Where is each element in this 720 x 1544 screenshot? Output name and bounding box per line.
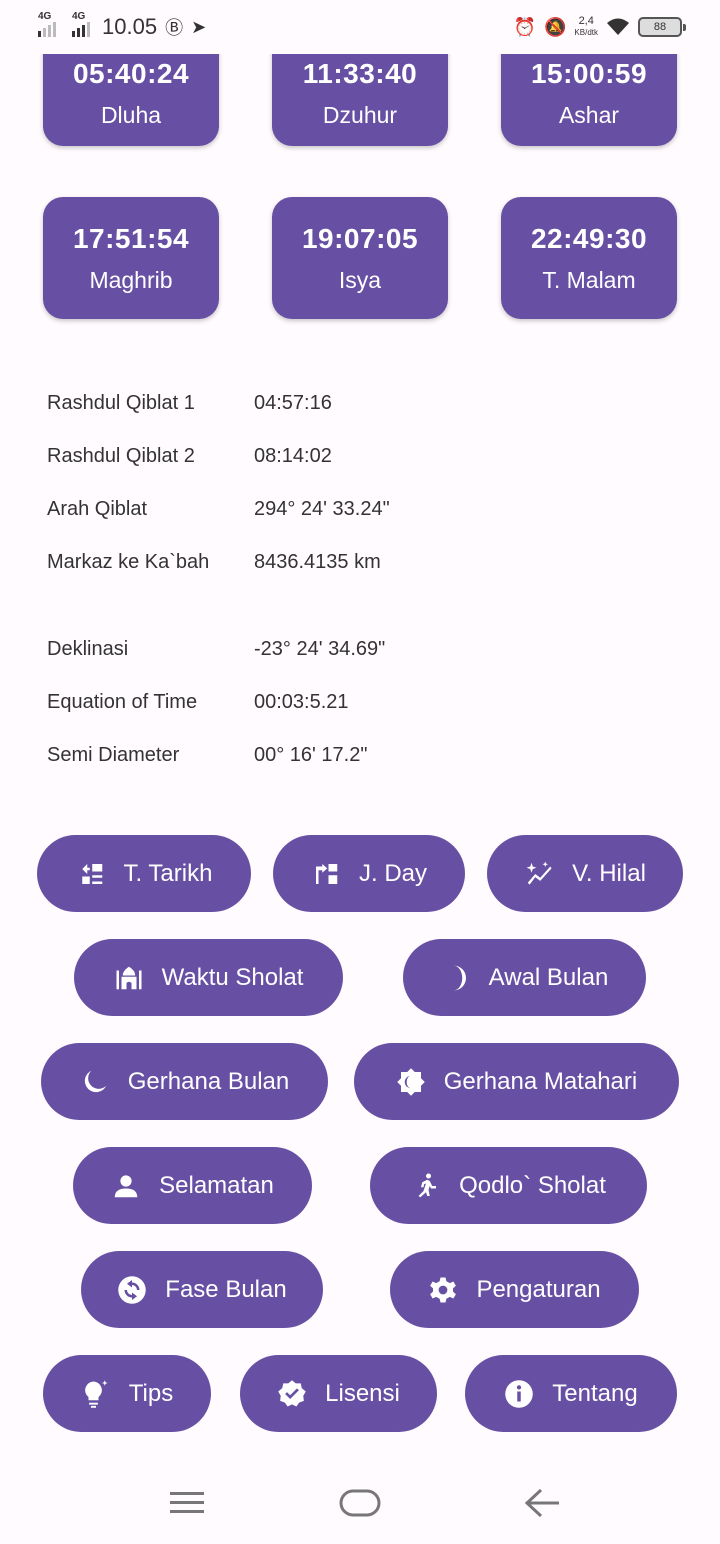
notifications-off-icon: 🔕 (544, 16, 567, 37)
prayer-name: Dluha (100, 101, 162, 128)
sun-eclipse-icon (397, 1067, 425, 1096)
info-value: 08:14:02 (254, 445, 332, 467)
verified-badge-icon (278, 1379, 306, 1406)
prayer-card-isya: 19:07:05 Isya (272, 197, 448, 319)
pill-label: Waktu Sholat (161, 963, 304, 991)
lightbulb-icon (84, 1379, 108, 1408)
waktu-sholat-button[interactable]: Waktu Sholat (74, 939, 343, 1016)
info-row-deklinasi: Deklinasi -23° 24' 34.69" (47, 638, 385, 661)
pill-label: T. Tarikh (123, 859, 213, 887)
home-icon[interactable] (339, 1484, 381, 1522)
info-row-arah-qiblat: Arah Qiblat 294° 24' 33.24" (47, 498, 390, 521)
status-right: ⏰ 🔕 2,4 KB/dtk 88 (513, 15, 686, 38)
person-icon (114, 1174, 138, 1197)
pill-label: Gerhana Matahari (443, 1067, 638, 1095)
info-label: Markaz ke Ka`bah (47, 551, 210, 573)
signal-icon: 4G (72, 11, 90, 37)
telegram-icon: ➤ (191, 16, 207, 37)
info-row-rashdul-qiblat-1: Rashdul Qiblat 1 04:57:16 (47, 392, 332, 415)
info-label: Rashdul Qiblat 1 (47, 392, 195, 414)
sparkle-chart-icon (526, 861, 552, 885)
t-tarikh-button[interactable]: T. Tarikh (37, 835, 251, 912)
running-person-icon (418, 1173, 437, 1197)
moon-stars-icon (84, 1070, 107, 1092)
julian-day-icon (315, 863, 338, 884)
info-value: -23° 24' 34.69" (254, 638, 386, 660)
awal-bulan-button[interactable]: Awal Bulan (403, 939, 646, 1016)
menu-icon[interactable] (168, 1484, 206, 1522)
info-value: 8436.4135 km (254, 551, 381, 573)
prayer-name: Ashar (558, 101, 620, 128)
pill-label: Qodlo` Sholat (459, 1171, 606, 1199)
battery-icon: 88 (638, 17, 686, 37)
pill-label: Gerhana Bulan (127, 1067, 290, 1095)
pill-label: Lisensi (325, 1379, 400, 1407)
cycle-icon (118, 1275, 147, 1304)
prayer-time: 22:49:30 (530, 222, 648, 254)
info-label: Semi Diameter (47, 744, 180, 766)
qodlo-sholat-button[interactable]: Qodlo` Sholat (370, 1147, 647, 1224)
pill-label: Selamatan (159, 1171, 274, 1199)
info-value: 00° 16' 17.2" (254, 744, 368, 766)
tips-button[interactable]: Tips (43, 1355, 211, 1432)
signal-icon: 4G (38, 11, 56, 37)
back-icon[interactable] (523, 1484, 561, 1522)
prayer-time: 15:00:59 (530, 57, 648, 89)
info-row-markaz-kabah: Markaz ke Ka`bah 8436.4135 km (47, 551, 381, 574)
pill-label: Pengaturan (476, 1275, 601, 1303)
crescent-icon (453, 965, 466, 990)
lisensi-button[interactable]: Lisensi (240, 1355, 437, 1432)
b-notification-icon: Ⓑ (165, 18, 184, 38)
info-row-semi-diameter: Semi Diameter 00° 16' 17.2" (47, 744, 367, 767)
info-value: 04:57:16 (254, 392, 332, 414)
info-row-equation-of-time: Equation of Time 00:03:5.21 (47, 691, 349, 714)
prayer-name: Dzuhur (322, 101, 398, 128)
wifi-icon (607, 18, 629, 35)
pengaturan-button[interactable]: Pengaturan (390, 1251, 639, 1328)
prayer-time: 17:51:54 (72, 222, 190, 254)
pill-label: Awal Bulan (488, 963, 609, 991)
date-convert-icon (81, 863, 102, 884)
info-label: Arah Qiblat (47, 498, 148, 520)
pill-label: J. Day (358, 859, 427, 887)
prayer-time: 05:40:24 (72, 57, 190, 89)
status-bar: 4G 4G 10.05 Ⓑ ➤ ⏰ 🔕 2,4 KB/dtk 88 (0, 0, 720, 54)
pill-label: Tips (128, 1379, 174, 1407)
j-day-button[interactable]: J. Day (273, 835, 465, 912)
alarm-icon: ⏰ (513, 16, 536, 37)
pill-label: Fase Bulan (165, 1275, 287, 1303)
prayer-name: T. Malam (542, 266, 636, 293)
prayer-card-tahajud: 22:49:30 T. Malam (501, 197, 677, 319)
mosque-icon (116, 966, 142, 989)
prayer-card-maghrib: 17:51:54 Maghrib (43, 197, 219, 319)
info-label: Equation of Time (47, 691, 198, 713)
info-label: Rashdul Qiblat 2 (47, 445, 195, 467)
system-nav-bar (0, 1460, 720, 1544)
v-hilal-button[interactable]: V. Hilal (487, 835, 683, 912)
clock: 10.05 (102, 14, 158, 39)
info-value: 00:03:5.21 (254, 691, 349, 713)
fase-bulan-button[interactable]: Fase Bulan (81, 1251, 323, 1328)
info-row-rashdul-qiblat-2: Rashdul Qiblat 2 08:14:02 (47, 445, 332, 468)
pill-label: V. Hilal (572, 859, 646, 887)
network-speed: 2,4 KB/dtk (574, 15, 598, 38)
gerhana-matahari-button[interactable]: Gerhana Matahari (354, 1043, 679, 1120)
prayer-name: Isya (338, 266, 382, 293)
gerhana-bulan-button[interactable]: Gerhana Bulan (41, 1043, 328, 1120)
pill-label: Tentang (552, 1379, 638, 1407)
prayer-name: Maghrib (89, 266, 173, 293)
gear-icon (430, 1277, 457, 1302)
prayer-time: 19:07:05 (301, 222, 419, 254)
status-left: 4G 4G 10.05 Ⓑ ➤ (38, 11, 207, 40)
info-icon (505, 1379, 534, 1408)
info-value: 294° 24' 33.24" (254, 498, 390, 520)
tentang-button[interactable]: Tentang (465, 1355, 677, 1432)
prayer-time: 11:33:40 (302, 57, 418, 89)
selamatan-button[interactable]: Selamatan (73, 1147, 312, 1224)
info-label: Deklinasi (47, 638, 129, 660)
